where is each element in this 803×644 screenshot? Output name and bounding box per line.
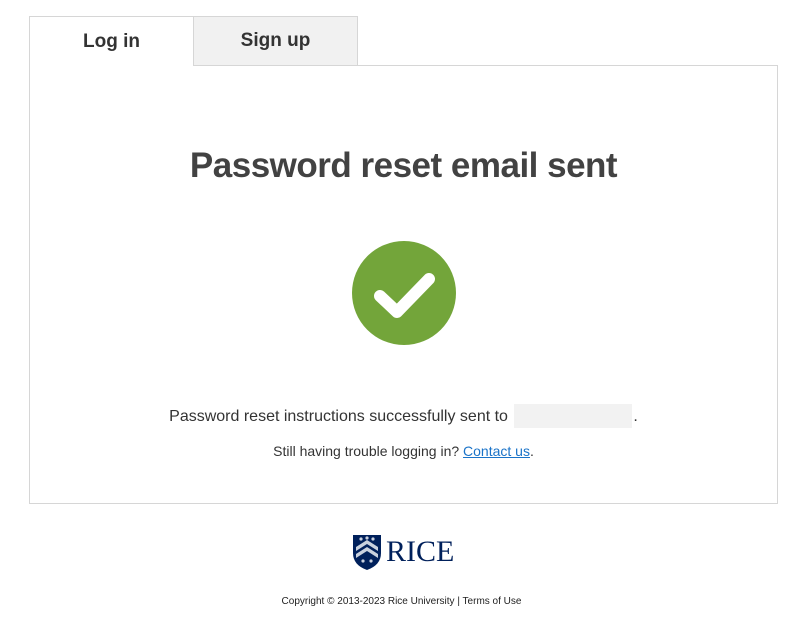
check-circle-icon [352,241,456,345]
contact-us-link[interactable]: Contact us [463,443,530,459]
footer-separator: | [457,596,460,607]
redacted-email [514,404,633,428]
rice-shield-icon [353,535,381,570]
help-line: Still having trouble logging in? Contact… [30,443,777,459]
confirmation-message: Password reset instructions successfully… [30,404,777,429]
help-period: . [529,443,534,459]
tab-signup[interactable]: Sign up [193,16,358,66]
tab-signup-label: Sign up [240,30,311,51]
help-text: Still having trouble logging in? [273,443,460,459]
confirmation-period: . [633,408,638,426]
tab-login-label: Log in [83,30,140,52]
terms-of-use-link[interactable]: Terms of Use [463,596,522,607]
copyright-text: Copyright © 2013-2023 Rice University [281,596,455,607]
rice-logo: RICE [352,533,454,571]
content-card: Password reset email sent Password reset… [29,65,778,504]
confirmation-text: Password reset instructions successfully… [169,408,508,426]
rice-wordmark: RICE [386,535,455,568]
footer: Copyright © 2013-2023 Rice University | … [0,596,803,607]
page-title: Password reset email sent [189,146,618,185]
tab-login[interactable]: Log in [29,16,194,66]
